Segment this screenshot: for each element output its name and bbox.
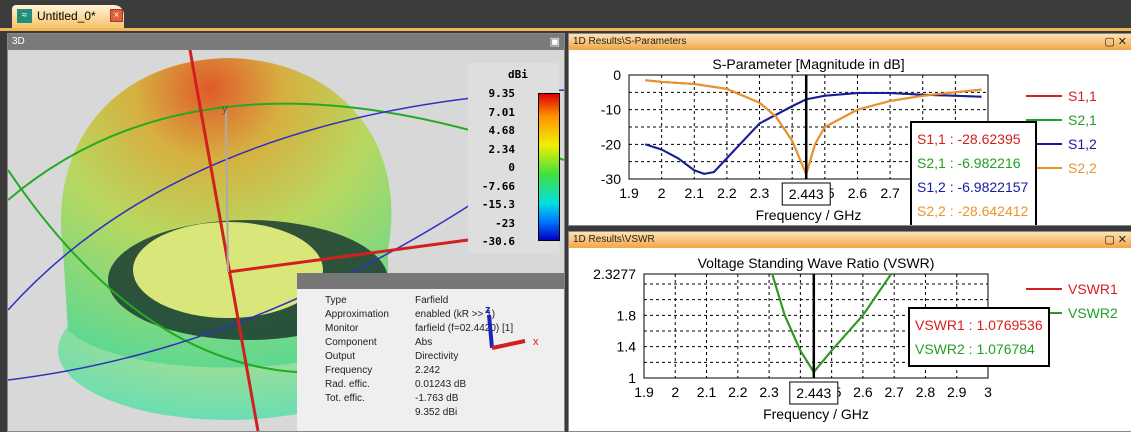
readout-value: VSWR1 : 1.0769536	[915, 317, 1043, 333]
x-tick-label: 2.2	[728, 384, 748, 400]
y-tick-label: -20	[601, 136, 621, 152]
x-tick-label: 2.7	[884, 384, 904, 400]
panel-title: 1D Results\VSWR ▢ ✕	[569, 232, 1131, 248]
x-tick-label: 2	[658, 185, 666, 201]
x-tick-label: 2.9	[947, 384, 967, 400]
x-tick-label: 2.6	[853, 384, 873, 400]
x-tick-label: 2.7	[880, 185, 900, 201]
axis-triad: z x	[485, 304, 539, 350]
info-value: 0.01243 dB	[415, 379, 467, 390]
x-tick-label: 2.1	[685, 185, 705, 201]
x-tick-label: 2.2	[717, 185, 737, 201]
info-key: Rad. effic.	[325, 379, 370, 390]
info-key: Component	[325, 337, 377, 348]
z-axis-label: z	[485, 304, 491, 316]
colorbar: dBi 9.35 7.01 4.68 2.34 0 -7.66 -15.3 -23 -30.6	[468, 63, 560, 253]
info-value: Directivity	[415, 351, 459, 362]
info-key: Tot. effic.	[325, 393, 365, 404]
legend-label[interactable]: S2,1	[1068, 112, 1097, 128]
info-value: 2.242	[415, 365, 441, 376]
chart-title: S-Parameter [Magnitude in dB]	[712, 56, 904, 72]
x-tick-label: 2.6	[848, 185, 868, 201]
colorbar-gradient	[538, 93, 560, 241]
x-tick-label: 2.3	[750, 185, 770, 201]
panel-title-text: 1D Results\S-Parameters	[573, 36, 687, 47]
maximize-close-icons[interactable]: ▢ ✕	[1104, 232, 1127, 248]
y-axis-label: y	[222, 103, 228, 115]
colorbar-tick-label: -23	[495, 216, 515, 230]
legend-label[interactable]: S1,1	[1068, 88, 1097, 104]
y-tick-label: 2.3277	[593, 266, 636, 282]
x-tick-label: 1.9	[634, 384, 654, 400]
readout-value: S2,1 : -6.982216	[917, 155, 1021, 171]
colorbar-tick-label: 0	[508, 161, 515, 174]
legend-label[interactable]: S1,2	[1068, 136, 1097, 152]
colorbar-tick-label: 9.35	[488, 87, 516, 100]
chart-title: Voltage Standing Wave Ratio (VSWR)	[698, 255, 935, 271]
maximize-icon[interactable]: ▣	[550, 34, 560, 50]
colorbar-tick-label: 4.68	[488, 124, 516, 137]
panel-title: 3D ▣	[8, 34, 564, 50]
colorbar-tick-label: -15.3	[481, 198, 515, 211]
maximize-close-icons[interactable]: ▢ ✕	[1104, 34, 1127, 50]
marker-value: 2.443	[789, 186, 824, 202]
x-tick-label: 2.3	[759, 384, 779, 400]
readout-value: S1,2 : -6.9822157	[917, 179, 1029, 195]
3d-view-panel[interactable]: 3D ▣ y dBi 9.35 7.01 4.68 2.34 0 -7.66 -15.3 -23…	[7, 33, 565, 432]
marker-value: 2.443	[796, 385, 831, 401]
readout-value: VSWR2 : 1.076784	[915, 341, 1035, 357]
panel-title-text: 3D	[12, 36, 25, 47]
colorbar-unit: dBi	[508, 68, 528, 81]
x-tick-label: 2.1	[697, 384, 717, 400]
vswr-chart[interactable]: Voltage Standing Wave Ratio (VSWR) 1.9 2 2.…	[569, 248, 1131, 431]
x-axis-label: Frequency / GHz	[763, 406, 869, 422]
info-header	[297, 273, 564, 289]
x-axis-label: x	[533, 336, 539, 348]
legend-label[interactable]: S2,2	[1068, 160, 1097, 176]
y-tick-label: 1.8	[617, 307, 637, 323]
x-axis-label: Frequency / GHz	[756, 207, 862, 223]
x-tick-label: 2.8	[916, 384, 936, 400]
x-tick-label: 2	[671, 384, 679, 400]
y-tick-label: 1.4	[617, 339, 637, 355]
tab-title: Untitled_0*	[37, 9, 96, 23]
farfield-info-panel: Type Farfield Approximation enabled (kR >> …	[297, 273, 564, 431]
readout-value: S2,2 : -28.642412	[917, 203, 1029, 219]
close-tab-icon[interactable]: ×	[110, 9, 123, 22]
legend-label[interactable]: VSWR2	[1068, 305, 1118, 321]
colorbar-tick-label: 2.34	[488, 142, 516, 156]
y-tick-label: 1	[628, 370, 636, 386]
y-tick-label: -30	[601, 171, 621, 187]
document-tab-bar: ≈ Untitled_0* ×	[0, 0, 1131, 31]
vswr-panel[interactable]: 1D Results\VSWR ▢ ✕ Voltage Standing Wave…	[568, 231, 1131, 432]
panel-title: 1D Results\S-Parameters ▢ ✕	[569, 34, 1131, 50]
y-tick-label: 0	[613, 67, 621, 83]
s-parameter-chart[interactable]: S-Parameter [Magnitude in dB] 1.9 2 2.1 2.2 2…	[569, 50, 1131, 225]
info-key: Monitor	[325, 323, 359, 334]
project-icon: ≈	[17, 9, 32, 23]
colorbar-tick-label: 7.01	[488, 105, 516, 119]
x-tick-label: 3	[984, 384, 992, 400]
info-value: Farfield	[415, 295, 449, 306]
readout-value: S1,1 : -28.62395	[917, 131, 1021, 147]
info-value: -1.763 dB	[415, 393, 459, 404]
panel-title-text: 1D Results\VSWR	[573, 234, 655, 245]
info-key: Type	[325, 295, 347, 306]
info-value: 9.352 dBi	[415, 407, 458, 418]
s-parameters-panel[interactable]: 1D Results\S-Parameters ▢ ✕ S-Parameter […	[568, 33, 1131, 226]
tab-untitled[interactable]: ≈ Untitled_0* ×	[12, 5, 124, 28]
x-tick-label: 1.9	[619, 185, 639, 201]
info-value: Abs	[415, 337, 433, 348]
colorbar-tick-label: -7.66	[481, 179, 515, 193]
info-key: Frequency	[325, 365, 373, 376]
legend-label[interactable]: VSWR1	[1068, 281, 1118, 297]
info-key: Approximation	[325, 309, 389, 320]
colorbar-tick-label: -30.6	[481, 235, 515, 248]
info-key: Output	[325, 351, 356, 362]
y-tick-label: -10	[601, 102, 621, 118]
